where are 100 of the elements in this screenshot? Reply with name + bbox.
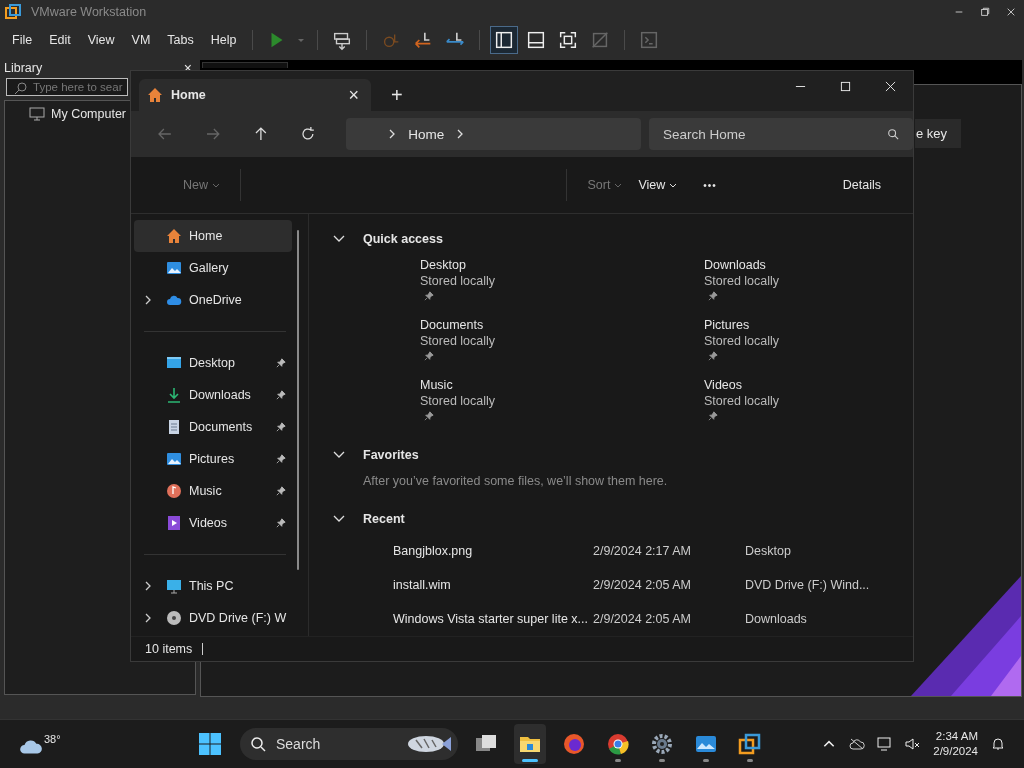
folder-status: Stored locally [704,394,781,408]
sort-button[interactable]: Sort [579,174,631,196]
document-icon [166,419,182,435]
file-name[interactable]: Windows Vista starter super lite x... [393,612,593,626]
tab[interactable]: Home × [139,79,371,111]
view-button[interactable]: View [630,174,686,196]
folder-name[interactable]: Pictures [704,318,904,332]
pin-icon[interactable] [276,390,286,400]
search-icon [250,736,266,752]
cloud-off-icon[interactable] [849,737,866,751]
chevron-icon [456,128,465,140]
action-button[interactable]: e key [915,119,962,148]
empty-message: After you’ve favorited some files, we’ll show them here. [362,473,669,490]
nav-item[interactable]: OneDrive [134,284,292,316]
picture-icon [166,451,182,467]
file-location: Downloads [745,612,807,626]
new-tab-button[interactable]: + [391,84,403,107]
temperature[interactable]: 38° [44,733,61,745]
menu-item[interactable]: File [3,33,41,47]
pin-icon[interactable] [276,454,286,464]
nav-item[interactable]: Home [134,220,292,252]
item-count: 10 items [145,642,193,656]
pin-icon[interactable] [276,358,286,368]
caret-icon[interactable] [297,36,306,44]
section-title: Quick access [363,232,443,246]
chevron-icon[interactable] [333,451,345,459]
scrollbar-thumb[interactable] [297,230,299,570]
menu-item[interactable]: VM [122,33,159,47]
clock-date[interactable]: 2/9/2024 [933,744,978,759]
file-name[interactable]: install.wim [393,578,593,592]
nav-item[interactable]: Videos [134,507,292,539]
desktop-icon [166,355,182,371]
nav-item[interactable]: DVD Drive (F:) W [134,602,292,634]
chevron-icon[interactable] [333,515,345,523]
search-icon [887,128,899,140]
details-button[interactable]: Details [834,174,889,196]
folder-status: Stored locally [420,394,497,408]
nav-item[interactable]: Desktop [134,347,292,379]
folder-icon[interactable] [514,724,546,764]
nav-item[interactable]: Pictures [134,443,292,475]
breadcrumb[interactable]: Home [408,126,445,142]
panel-title: Library [4,61,43,75]
folder-name[interactable]: Documents [420,318,704,332]
section-title: Favorites [363,448,419,462]
folder-status: Stored locally [704,274,781,288]
nav-item[interactable]: Gallery [134,252,292,284]
folder-name[interactable]: Music [420,378,704,392]
file-location: DVD Drive (F:) Wind... [745,578,870,592]
monitor-icon [166,578,182,594]
close-tab-button[interactable]: × [344,84,363,106]
folder-name[interactable]: Videos [704,378,904,392]
date-modified: 2/9/2024 2:05 AM [593,612,692,626]
home-icon [166,228,182,244]
chevron-icon[interactable] [144,612,152,624]
library-view-icon[interactable] [490,26,519,54]
new-button[interactable]: New [175,174,228,196]
picture-icon [166,260,182,276]
menu-item[interactable]: View [78,33,123,47]
folder-status: Stored locally [420,334,497,348]
address-bar[interactable]: Home [346,118,641,150]
menu-item[interactable]: Edit [40,33,79,47]
date-modified: 2/9/2024 2:17 AM [593,544,692,558]
search-field[interactable]: Search [240,728,458,760]
network-icon[interactable] [877,737,894,751]
monitor-icon [29,107,45,121]
bell-icon[interactable] [990,737,1006,751]
nav-item[interactable]: This PC [134,570,292,602]
clock-time[interactable]: 2:34 AM [935,729,978,744]
menu-item[interactable]: Tabs [158,33,202,47]
download-icon [166,387,182,403]
more-button[interactable]: ••• [695,175,725,195]
speaker-muted-icon[interactable] [905,737,922,751]
folder-name[interactable]: Desktop [420,258,704,272]
search-field[interactable]: Search Home [649,118,913,150]
file-location: Desktop [745,544,791,558]
home-icon [147,87,163,103]
nav-item[interactable]: Downloads [134,379,292,411]
caret-icon [669,181,678,189]
section-title: Recent [363,512,405,526]
file-name[interactable]: Bangjblox.png [393,544,593,558]
disc-icon [166,610,182,626]
date-modified: 2/9/2024 2:05 AM [593,578,692,592]
caret-icon [614,181,623,189]
pin-icon[interactable] [276,422,286,432]
nav-item[interactable]: Music [134,475,292,507]
folder-name[interactable]: Downloads [704,258,904,272]
menu-item[interactable]: Help [201,33,245,47]
pin-icon[interactable] [276,486,286,496]
video-icon [166,515,182,531]
nav-item[interactable]: Documents [134,411,292,443]
search-field[interactable]: Type here to sear [6,78,128,96]
chevron-icon[interactable] [144,580,152,592]
tree-item[interactable]: My Computer [51,107,127,121]
cloud-icon[interactable] [18,737,44,755]
chevron-icon [388,128,397,140]
pin-icon[interactable] [276,518,286,528]
chevron-icon[interactable] [144,294,152,306]
window-title: VMware Workstation [31,5,147,19]
chevron-icon[interactable] [333,235,345,243]
folder-status: Stored locally [704,334,781,348]
